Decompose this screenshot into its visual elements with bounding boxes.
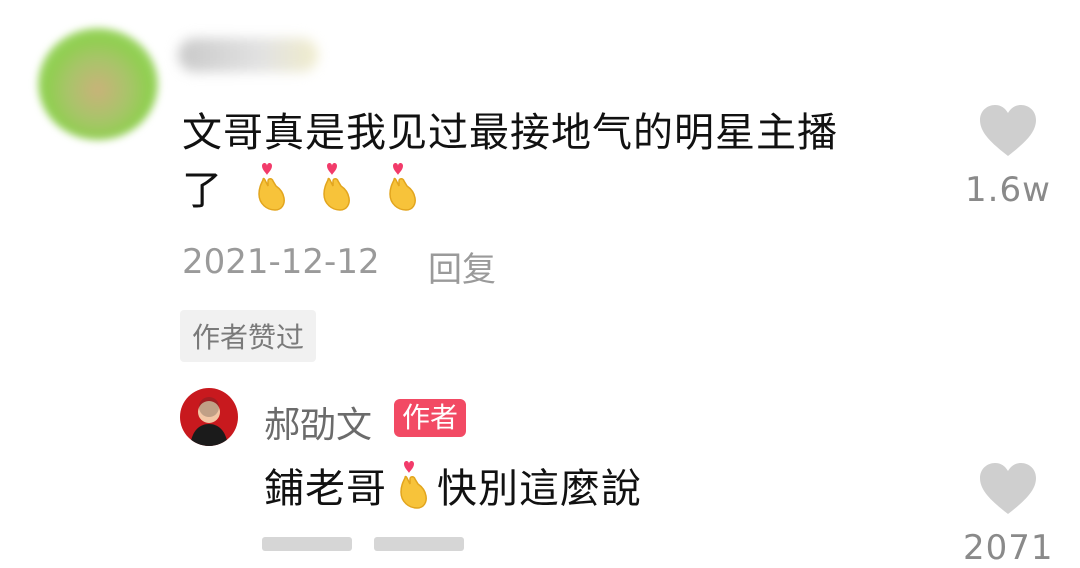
reply-meta-stub — [374, 537, 464, 551]
reply-avatar[interactable] — [180, 388, 238, 446]
reply-like-block[interactable]: 2071 — [963, 462, 1053, 568]
comment-like-count: 1.6w — [965, 170, 1051, 210]
finger-heart-icon — [400, 461, 427, 509]
finger-heart-icon — [389, 163, 417, 211]
heart-icon[interactable] — [978, 104, 1038, 158]
reply-button[interactable]: 回复 — [428, 242, 496, 291]
author-liked-tag: 作者赞过 — [180, 310, 317, 362]
comment-date: 2021-12-12 — [182, 242, 380, 282]
reply-username[interactable]: 郝劭文 — [264, 396, 372, 448]
comment-body: 文哥真是我见过最接地气的明星主播 了 — [182, 104, 922, 220]
reply-text-part2: 快別這麼說 — [437, 466, 642, 512]
reply-meta-cutoff — [262, 536, 592, 556]
reply-like-count: 2071 — [963, 528, 1054, 568]
reply-body: 鋪老哥 快別這麼說 — [264, 460, 642, 518]
comment-text-line1: 文哥真是我见过最接地气的明星主播 — [182, 110, 838, 156]
reply-text-part1: 鋪老哥 — [264, 466, 387, 512]
comment-text-line2: 了 — [182, 162, 922, 220]
finger-heart-icon — [257, 163, 285, 211]
reply-meta-stub — [262, 537, 352, 551]
person-avatar-icon — [190, 397, 228, 446]
comment-like-block[interactable]: 1.6w — [963, 104, 1053, 210]
author-badge: 作者 — [394, 399, 467, 437]
finger-heart-icon — [323, 163, 351, 211]
commenter-avatar[interactable] — [38, 28, 158, 140]
heart-icon[interactable] — [978, 462, 1038, 516]
commenter-username-blurred[interactable] — [178, 38, 318, 72]
comment-text-line2-prefix: 了 — [182, 168, 223, 214]
